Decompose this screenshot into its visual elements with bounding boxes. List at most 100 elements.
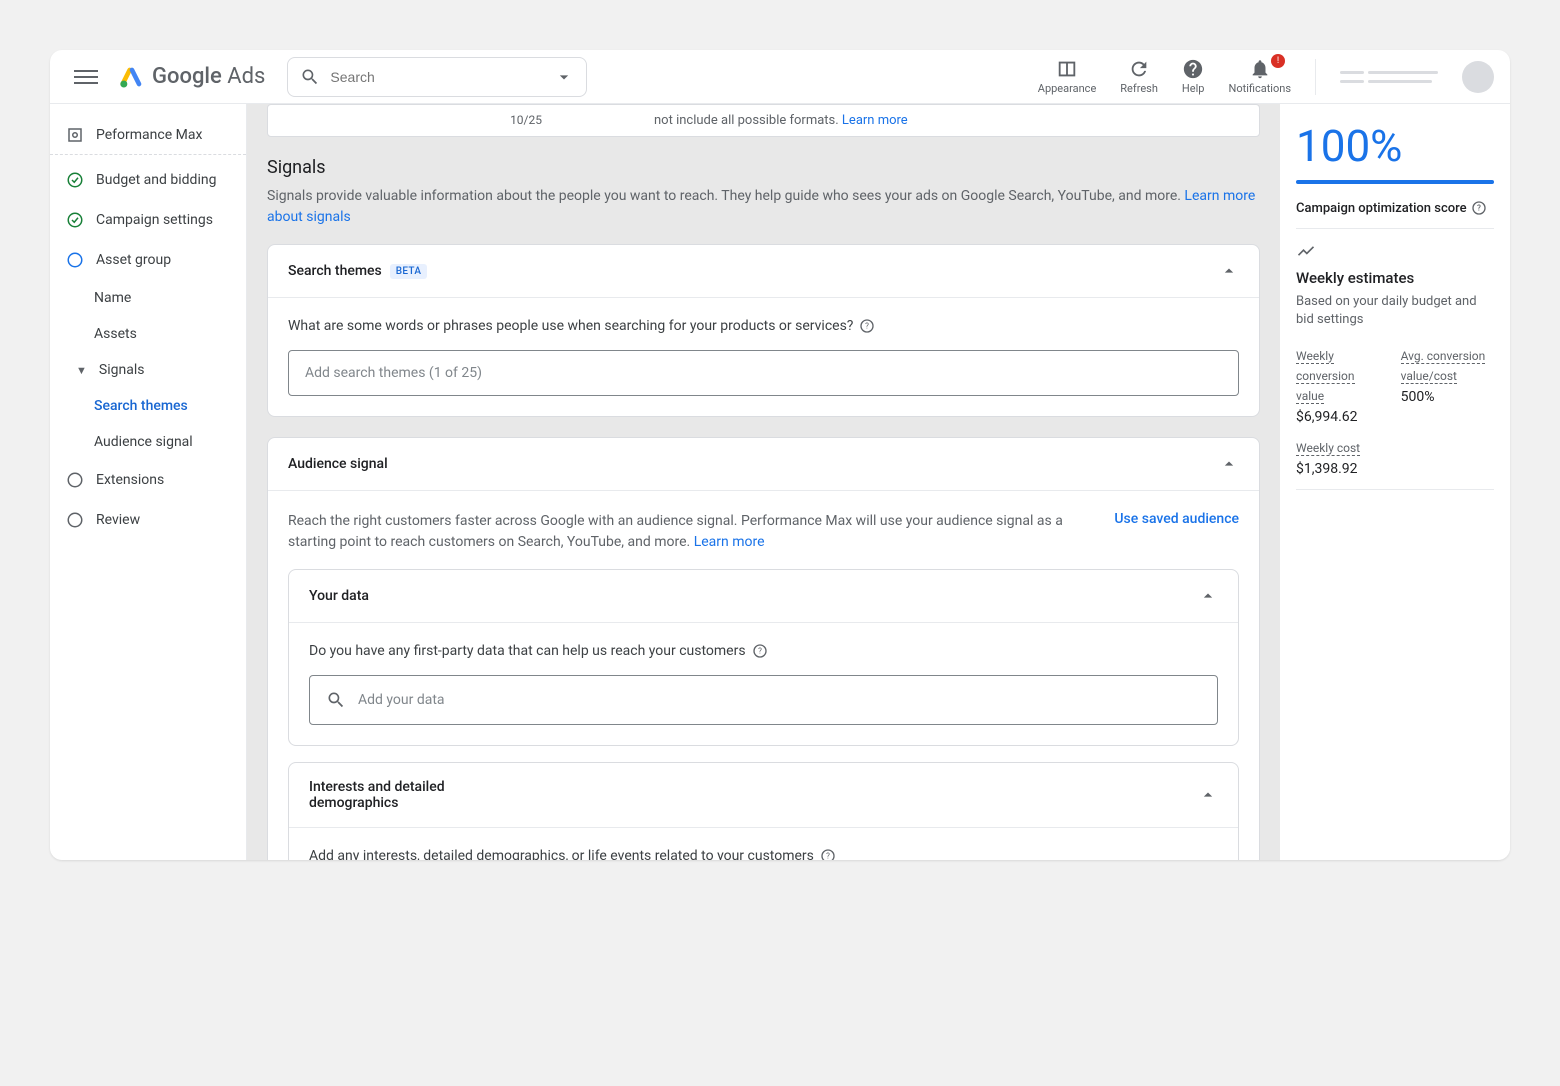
app-window: Google Ads Appearance Refresh Help ! (50, 50, 1510, 860)
radio-empty-icon (66, 471, 84, 489)
metric1-label: Weekly conversion value (1296, 349, 1355, 404)
audience-desc: Reach the right customers faster across … (288, 511, 1094, 553)
sidebar: Peformance Max Budget and bidding Campai… (50, 104, 247, 860)
audience-signal-title: Audience signal (288, 456, 388, 472)
metric-weekly-cost: Weekly cost $1,398.92 (1296, 437, 1494, 477)
review-label: Review (96, 512, 140, 528)
search-themes-title: Search themes (288, 263, 382, 279)
search-themes-placeholder: Add search themes (1 of 25) (305, 365, 482, 381)
your-data-header[interactable]: Your data (289, 570, 1238, 623)
performance-max-label: Peformance Max (96, 127, 202, 143)
help-icon (1182, 58, 1204, 80)
metric3-value: $1,398.92 (1296, 461, 1494, 477)
svg-text:?: ? (826, 852, 830, 860)
divider (1315, 59, 1316, 95)
logo[interactable]: Google Ads (118, 63, 265, 91)
search-themes-input[interactable]: Add search themes (1 of 25) (288, 350, 1239, 396)
sidebar-item-budget[interactable]: Budget and bidding (50, 161, 246, 199)
search-container[interactable] (287, 57, 587, 97)
avatar[interactable] (1462, 61, 1494, 93)
your-data-input[interactable]: Add your data (309, 675, 1218, 725)
search-icon (300, 67, 320, 87)
account-skeleton (1340, 71, 1438, 83)
use-saved-audience-link[interactable]: Use saved audience (1114, 511, 1239, 527)
notifications-button[interactable]: ! Notifications (1228, 58, 1291, 95)
metric1-value: $6,994.62 (1296, 409, 1381, 425)
search-input[interactable] (330, 69, 544, 85)
content-area: 10/25 not include all possible formats. … (247, 104, 1510, 860)
beta-badge: BETA (390, 264, 428, 279)
help-button[interactable]: Help (1182, 58, 1205, 95)
help-icon[interactable]: ? (1471, 200, 1487, 216)
metric-conversion-value: Weekly conversion value $6,994.62 (1296, 345, 1381, 424)
estimates-subtitle: Based on your daily budget and bid setti… (1296, 293, 1494, 329)
metric2-label: Avg. conversion value/cost (1401, 349, 1486, 384)
chevron-up-icon (1198, 586, 1218, 606)
svg-text:?: ? (866, 322, 870, 331)
appearance-label: Appearance (1038, 82, 1097, 95)
estimates-title: Weekly estimates (1296, 269, 1494, 287)
metric3-label: Weekly cost (1296, 441, 1360, 456)
logo-text: Google Ads (152, 64, 265, 89)
chevron-down-icon[interactable] (554, 67, 574, 87)
chevron-up-icon (1219, 454, 1239, 474)
sidebar-item-performance-max[interactable]: Peformance Max (50, 116, 246, 155)
refresh-icon (1128, 58, 1150, 80)
sidebar-item-asset-group[interactable]: Asset group (50, 241, 246, 279)
audience-signal-card: Audience signal Reach the right customer… (267, 437, 1260, 860)
partial-card: 10/25 not include all possible formats. … (267, 104, 1260, 137)
signals-desc: Signals provide valuable information abo… (267, 186, 1260, 228)
your-data-title: Your data (309, 588, 369, 604)
audience-signal-header[interactable]: Audience signal (268, 438, 1259, 491)
top-bar: Google Ads Appearance Refresh Help ! (50, 50, 1510, 104)
metric-avg-conversion: Avg. conversion value/cost 500% (1401, 345, 1494, 424)
help-icon[interactable]: ? (820, 848, 836, 860)
sidebar-item-campaign-settings[interactable]: Campaign settings (50, 201, 246, 239)
top-right-actions: Appearance Refresh Help ! Notifications (1038, 58, 1494, 95)
help-icon[interactable]: ? (752, 643, 768, 659)
signals-title: Signals (267, 157, 1260, 178)
menu-icon[interactable] (66, 57, 106, 97)
metric2-value: 500% (1401, 389, 1494, 405)
refresh-button[interactable]: Refresh (1120, 58, 1158, 95)
budget-label: Budget and bidding (96, 172, 216, 188)
sidebar-subitem-audience-signal[interactable]: Audience signal (50, 425, 246, 459)
trend-icon (1296, 241, 1494, 261)
bell-icon (1249, 58, 1271, 80)
sidebar-subitem-signals[interactable]: ▼Signals (50, 353, 246, 387)
sidebar-item-extensions[interactable]: Extensions (50, 461, 246, 499)
interests-prompt: Add any interests, detailed demographics… (309, 848, 1218, 860)
search-themes-card: Search themes BETA What are some words o… (267, 244, 1260, 417)
check-circle-icon (66, 171, 84, 189)
help-icon[interactable]: ? (859, 318, 875, 334)
interests-title: Interests and detailed demographics (309, 779, 489, 811)
your-data-prompt: Do you have any first-party data that ca… (309, 643, 1218, 659)
sidebar-subitem-name[interactable]: Name (50, 281, 246, 315)
chevron-up-icon (1198, 785, 1218, 805)
score-bar (1296, 180, 1494, 184)
appearance-icon (1056, 58, 1078, 80)
svg-text:?: ? (758, 647, 762, 656)
overview-icon (66, 126, 84, 144)
search-themes-prompt: What are some words or phrases people us… (288, 318, 1239, 334)
divider (1296, 489, 1494, 490)
main-layout: Peformance Max Budget and bidding Campai… (50, 104, 1510, 860)
chevron-up-icon (1219, 261, 1239, 281)
check-circle-icon (66, 211, 84, 229)
right-panel: 100% Campaign optimization score ? Weekl… (1280, 104, 1510, 860)
sidebar-subitem-search-themes[interactable]: Search themes (50, 389, 246, 423)
search-themes-header[interactable]: Search themes BETA (268, 245, 1259, 298)
sidebar-subitem-assets[interactable]: Assets (50, 317, 246, 351)
score-label: Campaign optimization score ? (1296, 200, 1494, 229)
score-percent: 100% (1296, 120, 1494, 172)
help-label: Help (1182, 82, 1205, 95)
appearance-button[interactable]: Appearance (1038, 58, 1097, 95)
radio-empty-icon (66, 251, 84, 269)
your-data-placeholder: Add your data (358, 692, 445, 708)
caret-down-icon: ▼ (76, 364, 87, 377)
interests-header[interactable]: Interests and detailed demographics (289, 763, 1238, 828)
sidebar-item-review[interactable]: Review (50, 501, 246, 539)
learn-more-link[interactable]: Learn more (842, 113, 908, 128)
audience-learn-more-link[interactable]: Learn more (694, 534, 765, 550)
notification-badge: ! (1271, 54, 1285, 68)
